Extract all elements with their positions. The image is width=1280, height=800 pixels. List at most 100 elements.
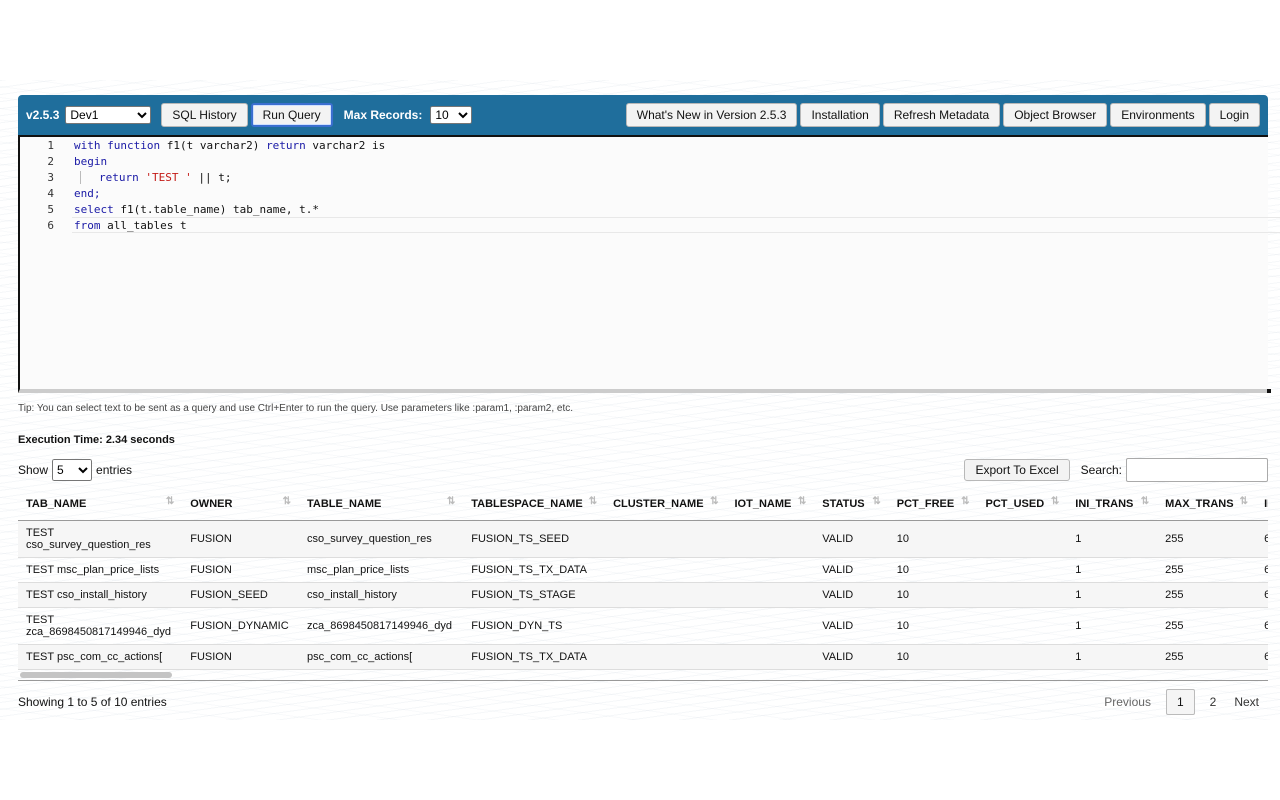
table-cell: FUSION_DYN_TS: [463, 607, 606, 645]
run-query-button[interactable]: Run Query: [250, 103, 333, 127]
table-cell: VALID: [814, 582, 889, 608]
search-label: Search:: [1080, 463, 1122, 477]
line-number: 5: [47, 202, 54, 216]
table-cell: [726, 557, 815, 583]
table-cell: 1: [1067, 557, 1158, 583]
table-cell: [977, 557, 1068, 583]
table-cell: FUSION_DYNAMIC: [182, 607, 299, 645]
page-2-button[interactable]: 2: [1201, 690, 1226, 714]
whats-new-button[interactable]: What's New in Version 2.5.3: [625, 103, 798, 127]
table-cell: 255: [1157, 520, 1257, 558]
column-header[interactable]: TABLESPACE_NAME ⇅: [463, 488, 606, 521]
column-header[interactable]: INITIAL_: [1256, 488, 1268, 521]
table-cell: [605, 607, 727, 645]
table-cell: TEST cso_survey_question_res: [18, 520, 183, 558]
search-input[interactable]: [1126, 458, 1268, 482]
table-cell: 255: [1157, 582, 1257, 608]
login-button[interactable]: Login: [1208, 103, 1260, 127]
table-row[interactable]: TEST cso_install_history FUSION_SEED cso_i…: [18, 582, 1268, 608]
table-row[interactable]: TEST psc_com_cc_actions[FUSION psc_com_cc…: [18, 644, 1268, 670]
scrollbar-thumb[interactable]: [20, 672, 172, 678]
sort-icon[interactable]: ⇅: [166, 496, 174, 507]
object-browser-button[interactable]: Object Browser: [1003, 103, 1108, 127]
sort-icon[interactable]: ⇅: [872, 496, 880, 507]
table-cell: [726, 644, 815, 670]
table-cell: 10: [888, 557, 978, 583]
sort-icon[interactable]: ⇅: [798, 496, 806, 507]
line-number: 1: [47, 138, 54, 152]
table-cell: 10: [888, 582, 978, 608]
table-cell: 1: [1067, 644, 1158, 670]
previous-page-link[interactable]: Previous: [1095, 690, 1160, 714]
table-cell: TEST cso_install_history: [18, 582, 183, 608]
next-page-link[interactable]: Next: [1225, 690, 1268, 714]
column-header[interactable]: CLUSTER_NAME ⇅: [605, 488, 727, 521]
refresh-metadata-button[interactable]: Refresh Metadata: [882, 103, 1001, 127]
page-1-button[interactable]: 1: [1165, 689, 1195, 715]
max-records-select[interactable]: 10: [430, 106, 473, 124]
max-records-label: Max Records:: [343, 108, 423, 122]
sort-icon[interactable]: ⇅: [1051, 496, 1059, 507]
table-row[interactable]: TEST msc_plan_price_lists FUSION msc_plan_…: [18, 557, 1268, 583]
table-cell: [605, 520, 727, 558]
table-cell: msc_plan_price_lists: [298, 557, 464, 583]
table-cell: 65536: [1256, 582, 1268, 608]
table-footer: Showing 1 to 5 of 10 entries Previous 1 …: [18, 689, 1268, 715]
sort-icon[interactable]: ⇅: [1240, 496, 1248, 507]
column-header[interactable]: TAB_NAME ⇅: [18, 488, 183, 521]
column-header[interactable]: OWNER ⇅: [182, 488, 299, 521]
table-cell: [977, 520, 1068, 558]
table-cell: 10: [888, 607, 978, 645]
sql-editor[interactable]: 1 with function f1(t varchar2) return va…: [18, 135, 1280, 393]
table-cell: FUSION: [182, 557, 299, 583]
table-cell: 1: [1067, 582, 1158, 608]
showing-info: Showing 1 to 5 of 10 entries: [18, 695, 167, 709]
code-line: 4 end;: [20, 185, 1268, 201]
table-row[interactable]: TEST zca_8698450817149946_dyd FUSION_DYNA…: [18, 607, 1268, 645]
results-table: TAB_NAME ⇅ OWNER ⇅ TABLE_NAME ⇅ TABLESPACE_NAM…: [18, 488, 1268, 670]
table-row[interactable]: TEST cso_survey_question_res FUSION cso_su…: [18, 520, 1268, 558]
column-header[interactable]: PCT_USED ⇅: [977, 488, 1068, 521]
table-cell: [605, 557, 727, 583]
line-number: 2: [47, 154, 54, 168]
horizontal-scrollbar[interactable]: [18, 672, 1268, 681]
sql-history-button[interactable]: SQL History: [161, 103, 248, 127]
table-cell: TEST msc_plan_price_lists: [18, 557, 183, 583]
code-line: 2 begin: [20, 153, 1268, 169]
column-header[interactable]: TABLE_NAME ⇅: [298, 488, 464, 521]
sort-icon[interactable]: ⇅: [710, 496, 718, 507]
environment-select[interactable]: Dev1: [65, 106, 152, 124]
table-cell: 65536: [1256, 644, 1268, 670]
table-cell: [605, 582, 727, 608]
sort-icon[interactable]: ⇅: [961, 496, 969, 507]
line-number: 3: [47, 170, 54, 184]
code-line: 1 with function f1(t varchar2) return va…: [20, 137, 1268, 153]
execution-time: Execution Time: 2.34 seconds: [18, 434, 175, 446]
resize-handle[interactable]: [1267, 389, 1271, 393]
table-cell: [726, 520, 815, 558]
table-cell: 1: [1067, 607, 1158, 645]
table-cell: TEST psc_com_cc_actions[: [18, 644, 183, 670]
table-cell: FUSION: [182, 644, 299, 670]
app-container: v2.5.3 Dev1 SQL History Run Query Max Re…: [18, 95, 1280, 715]
column-header[interactable]: IOT_NAME ⇅: [726, 488, 815, 521]
table-cell: 10: [888, 520, 978, 558]
show-label: Show: [18, 463, 49, 477]
environments-button[interactable]: Environments: [1110, 103, 1206, 127]
installation-button[interactable]: Installation: [800, 103, 880, 127]
table-cell: FUSION_TS_TX_DATA: [463, 557, 606, 583]
table-cell: [977, 582, 1068, 608]
export-excel-button[interactable]: Export To Excel: [964, 459, 1070, 481]
column-header[interactable]: INI_TRANS ⇅: [1067, 488, 1158, 521]
sort-icon[interactable]: ⇅: [283, 496, 291, 507]
table-cell: FUSION_TS_STAGE: [463, 582, 606, 608]
sort-icon[interactable]: ⇅: [589, 496, 597, 507]
sort-icon[interactable]: ⇅: [1141, 496, 1149, 507]
column-header[interactable]: STATUS ⇅: [814, 488, 889, 521]
column-header[interactable]: MAX_TRANS ⇅: [1157, 488, 1257, 521]
sort-icon[interactable]: ⇅: [447, 496, 455, 507]
table-cell: FUSION: [182, 520, 299, 558]
entries-select[interactable]: 5: [52, 459, 93, 481]
column-header[interactable]: PCT_FREE ⇅: [888, 488, 978, 521]
table-cell: VALID: [814, 607, 889, 645]
